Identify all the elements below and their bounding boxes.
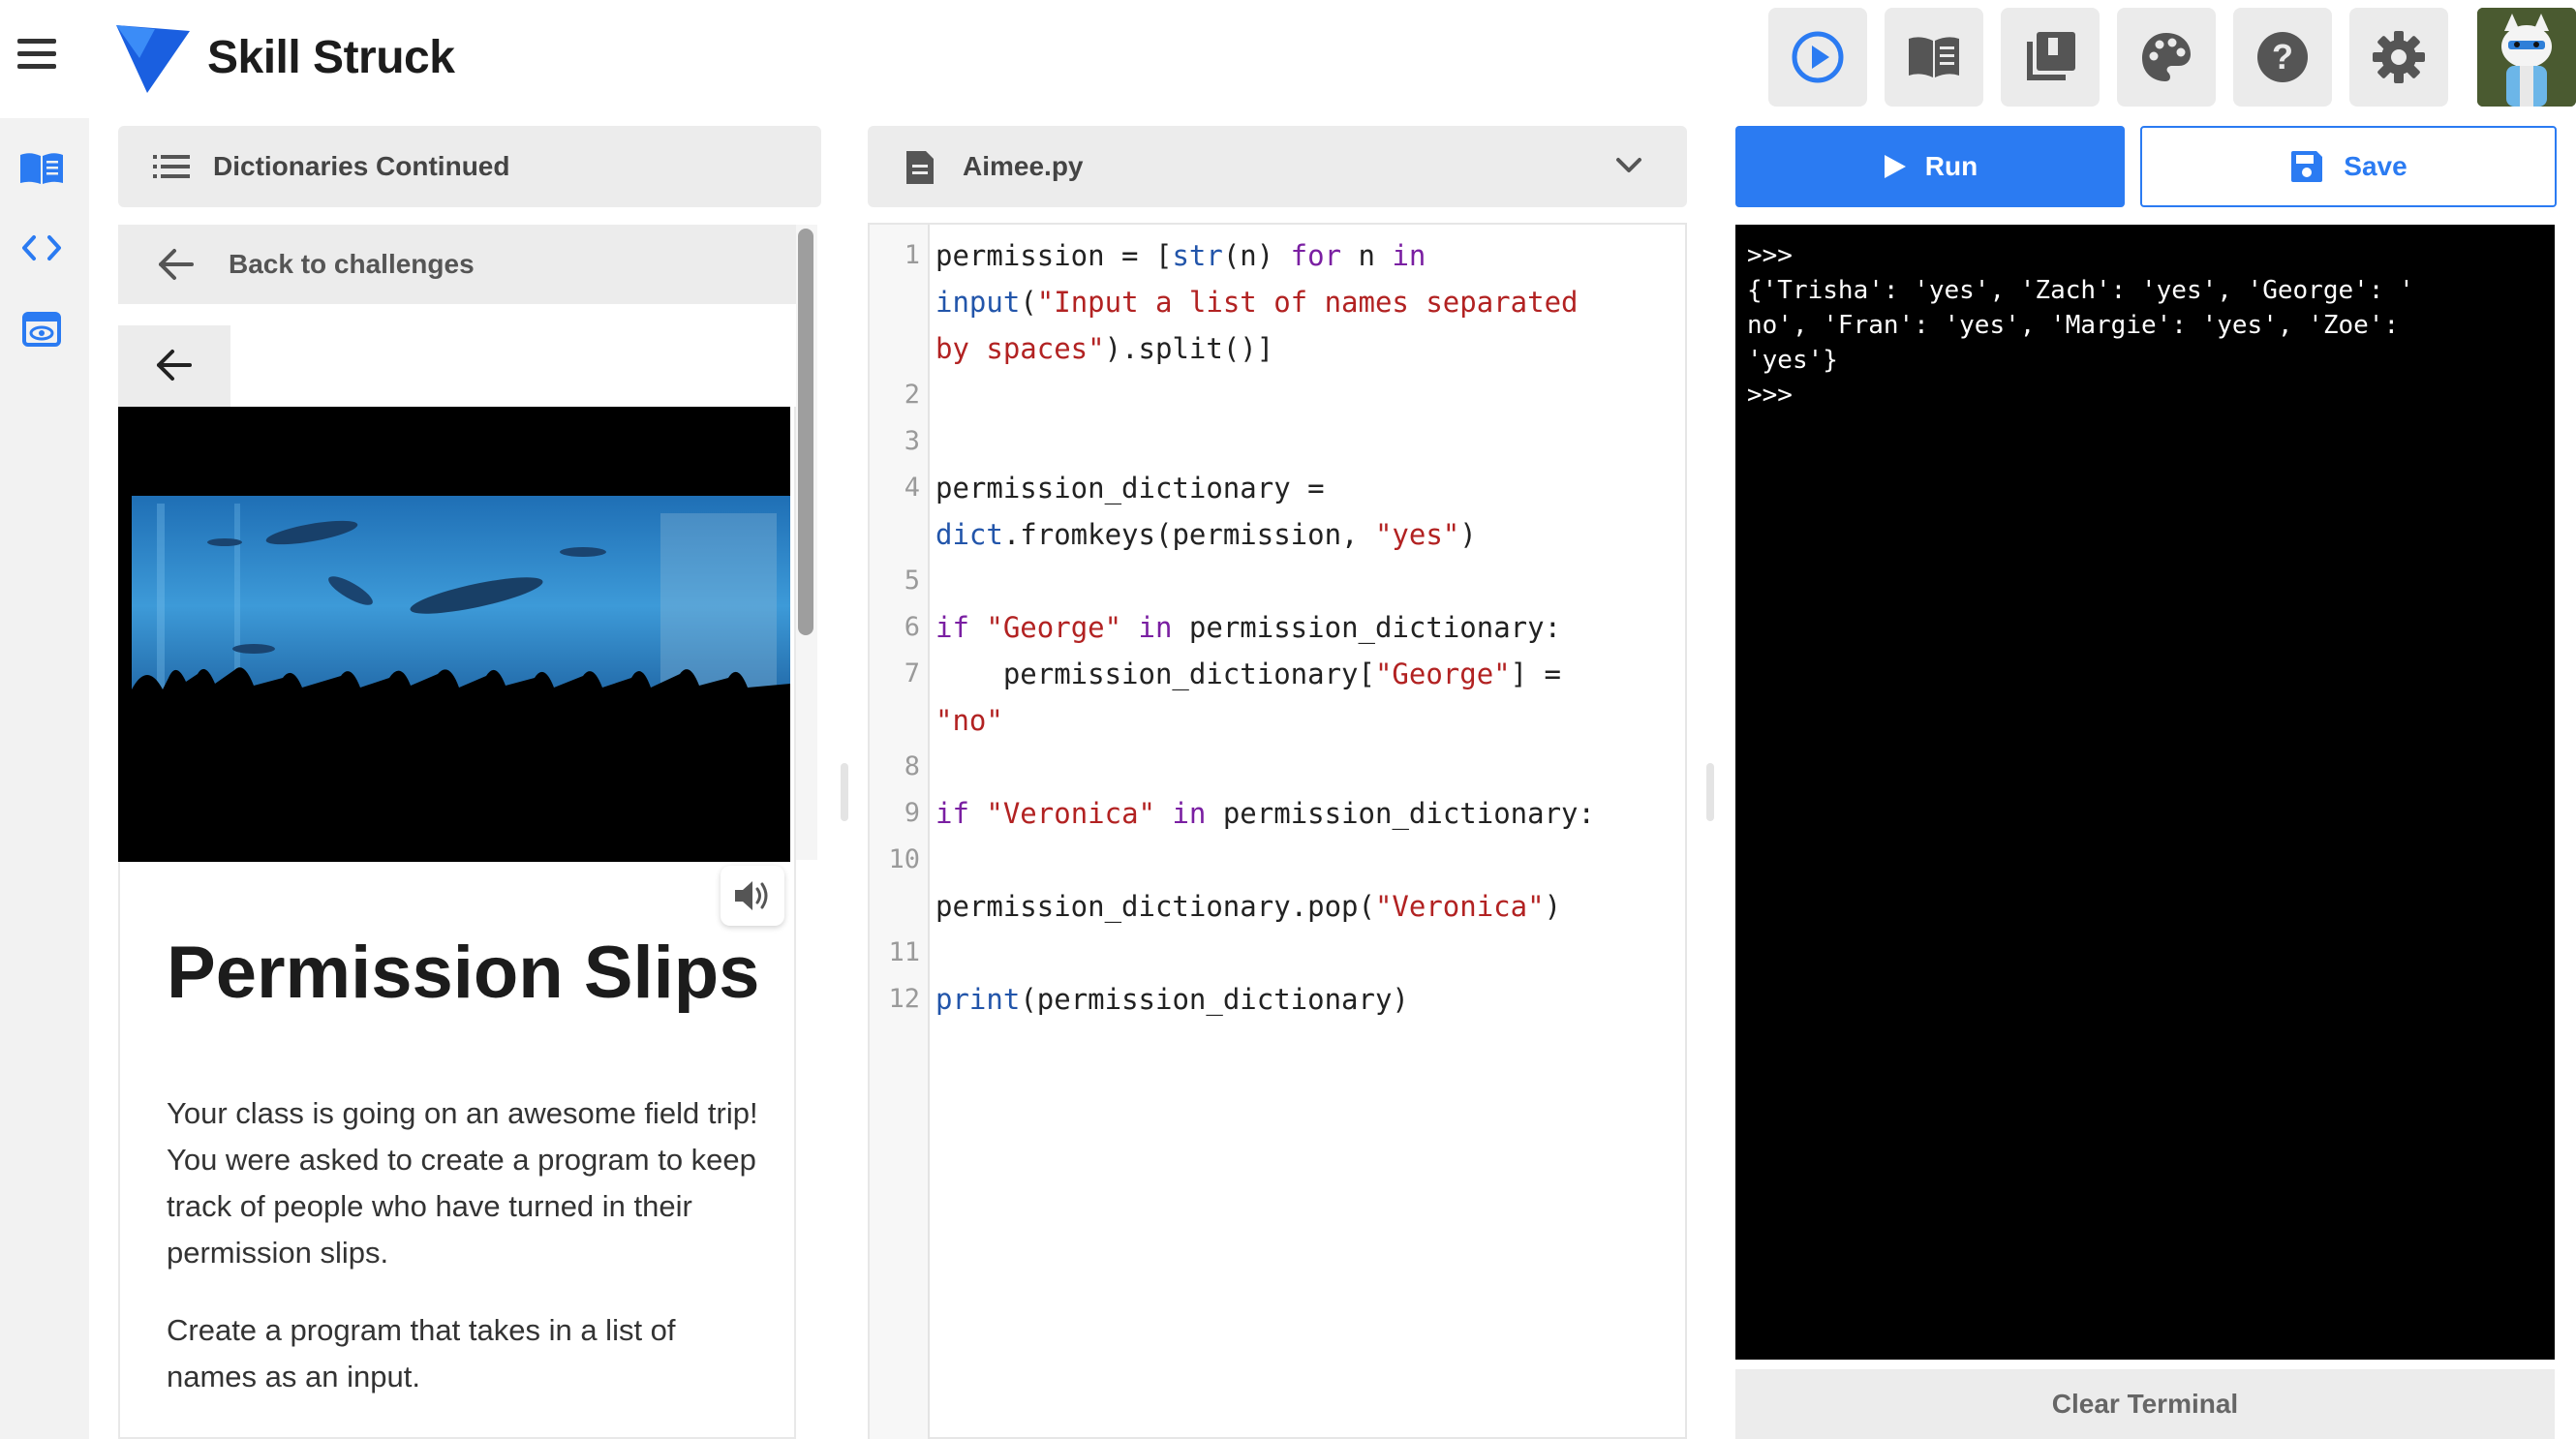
terminal-text: >>> {'Trisha': 'yes', 'Zach': 'yes', 'Geo… (1747, 238, 2543, 413)
rail-code-button[interactable] (10, 221, 74, 275)
read-aloud-button[interactable] (721, 866, 784, 926)
svg-text:?: ? (2272, 37, 2293, 77)
question-circle-icon: ? (2257, 32, 2308, 82)
book-button[interactable] (1885, 8, 1983, 107)
line-number: 12 (888, 984, 920, 1014)
file-selector[interactable]: Aimee.py (868, 126, 1687, 207)
library-books-icon (2027, 32, 2075, 80)
play-icon (1884, 155, 1906, 178)
back-to-challenges-label: Back to challenges (229, 249, 475, 279)
lesson-section-header[interactable]: Dictionaries Continued (118, 126, 821, 207)
code-line[interactable]: by spaces").split()] (935, 325, 1681, 372)
chevron-down-icon (1616, 158, 1641, 172)
lesson-paragraph: Your class is going on an awesome field … (167, 1096, 758, 1270)
aquarium-image (118, 407, 790, 862)
rail-lesson-button[interactable] (10, 141, 74, 196)
lesson-section-title: Dictionaries Continued (213, 151, 510, 181)
code-brackets-icon (22, 235, 61, 260)
help-button[interactable]: ? (2233, 8, 2332, 107)
line-number: 9 (904, 798, 920, 828)
brand-name: Skill Struck (207, 32, 455, 83)
save-label: Save (2344, 151, 2407, 181)
terminal-line: {'Trisha': 'yes', 'Zach': 'yes', 'George… (1747, 276, 2414, 305)
code-line[interactable]: permission = [str(n) for n in (935, 232, 1681, 279)
gear-icon (2373, 31, 2425, 83)
clear-terminal-label: Clear Terminal (2051, 1389, 2239, 1419)
line-number: 4 (904, 473, 920, 503)
run-button[interactable]: Run (1735, 126, 2125, 207)
code-line[interactable]: "no" (935, 697, 1681, 744)
code-line[interactable]: permission_dictionary["George"] = (935, 651, 1681, 697)
line-number: 11 (888, 937, 920, 967)
save-button[interactable]: Save (2140, 126, 2557, 207)
terminal-line: no', 'Fran': 'yes', 'Margie': 'yes', 'Zo… (1747, 311, 2400, 340)
cat-avatar-icon (2477, 8, 2576, 107)
speaker-icon (735, 881, 768, 910)
theme-button[interactable] (2117, 8, 2216, 107)
terminal-line: 'yes'} (1747, 346, 1838, 375)
line-number: 5 (904, 566, 920, 596)
line-number: 8 (904, 751, 920, 781)
code-line[interactable]: permission_dictionary = (935, 465, 1681, 511)
back-to-challenges-link[interactable]: Back to challenges (118, 225, 796, 304)
settings-button[interactable] (2349, 8, 2448, 107)
code-line[interactable]: if "George" in permission_dictionary: (935, 604, 1681, 651)
line-number: 7 (904, 658, 920, 689)
user-avatar[interactable] (2477, 8, 2576, 107)
lesson-title: Permission Slips (167, 932, 760, 1014)
library-button[interactable] (2001, 8, 2100, 107)
previous-step-button[interactable] (118, 325, 230, 407)
panel-resize-handle[interactable] (1706, 763, 1714, 821)
line-number: 10 (888, 844, 920, 874)
play-button[interactable] (1768, 8, 1867, 107)
code-line[interactable]: if "Veronica" in permission_dictionary: (935, 790, 1681, 837)
book-icon (20, 153, 63, 184)
lesson-paragraph: Create a program that takes in a list of… (167, 1313, 676, 1393)
code-line[interactable]: permission_dictionary.pop("Veronica") (935, 883, 1681, 930)
preview-eye-icon (22, 312, 61, 347)
app-header: Skill Struck ? (0, 0, 2576, 118)
menu-icon[interactable] (15, 39, 66, 77)
code-line[interactable]: input("Input a list of names separated (935, 279, 1681, 325)
rail-preview-button[interactable] (10, 302, 74, 356)
terminal-output[interactable]: >>> {'Trisha': 'yes', 'Zach': 'yes', 'Geo… (1735, 225, 2555, 1360)
line-number: 6 (904, 612, 920, 642)
list-icon (153, 155, 190, 178)
lesson-scrollbar-thumb[interactable] (798, 229, 813, 635)
code-line[interactable]: dict.fromkeys(permission, "yes") (935, 511, 1681, 558)
play-circle-icon (1792, 31, 1844, 83)
file-name: Aimee.py (963, 151, 1084, 181)
skill-struck-logo-icon (116, 25, 190, 93)
code-line[interactable]: print(permission_dictionary) (935, 976, 1681, 1023)
panel-resize-handle[interactable] (841, 763, 848, 821)
open-book-icon (1909, 37, 1959, 77)
terminal-line: >>> (1747, 381, 1793, 410)
file-icon (906, 151, 934, 184)
line-number: 1 (904, 240, 920, 270)
line-number: 3 (904, 426, 920, 456)
floppy-disk-icon (2291, 151, 2323, 182)
line-number: 2 (904, 380, 920, 410)
palette-icon (2142, 33, 2191, 81)
arrow-left-icon (157, 350, 192, 381)
terminal-line: >>> (1747, 241, 1793, 270)
arrow-left-icon (159, 249, 194, 280)
clear-terminal-button[interactable]: Clear Terminal (1735, 1369, 2555, 1439)
run-label: Run (1924, 151, 1978, 181)
